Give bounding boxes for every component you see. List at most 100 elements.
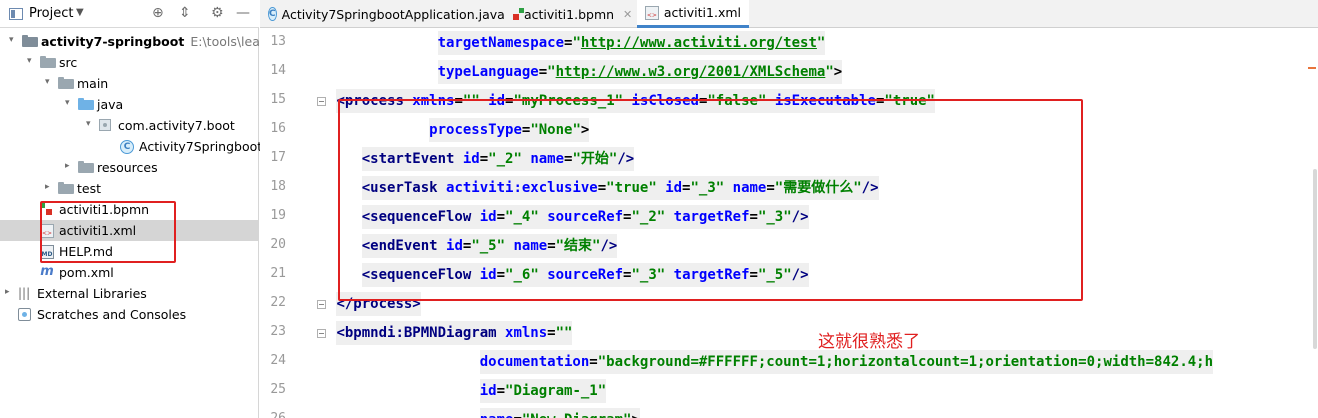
code-token-val: "New Diagram" bbox=[522, 412, 632, 418]
line-number: 17 bbox=[270, 150, 286, 165]
tree-item-external-libraries[interactable]: ▸ ||| External Libraries bbox=[0, 283, 259, 304]
code-token-pun: = bbox=[454, 93, 463, 109]
markdown-file-icon: MD bbox=[40, 245, 54, 259]
chevron-right-icon[interactable]: ▸ bbox=[5, 287, 15, 297]
code-token-pun: = bbox=[538, 64, 548, 80]
code-line[interactable]: </process> bbox=[328, 290, 1318, 319]
code-line[interactable]: <endEvent id="_5" name="结束"/> bbox=[328, 232, 1318, 261]
tree-item-activity7-springboot[interactable]: ▾ activity7-springboot E:\tools\learnin bbox=[0, 31, 284, 52]
code-line[interactable]: targetNamespace="http://www.activiti.org… bbox=[328, 29, 1318, 58]
chevron-down-icon[interactable]: ▾ bbox=[9, 35, 19, 45]
code-line[interactable]: documentation="background=#FFFFFF;count=… bbox=[328, 348, 1318, 377]
tree-item-name: External Libraries bbox=[37, 286, 147, 301]
fold-toggle-icon[interactable] bbox=[317, 329, 326, 338]
chevron-down-icon[interactable]: ▼ bbox=[76, 7, 84, 18]
code-editor[interactable]: 13 14 15 16 17 18 19 20 21 22 23 24 25 26 targetNames… bbox=[260, 29, 1318, 418]
tree-item-activity7springboota[interactable]: C Activity7SpringbootA bbox=[0, 136, 271, 157]
tree-item-name: test bbox=[77, 181, 102, 196]
code-line-content: <userTask activiti:exclusive="true" id="… bbox=[361, 176, 879, 200]
code-line-content: name="New Diagram"> bbox=[479, 408, 640, 418]
fold-toggle-icon[interactable] bbox=[317, 300, 326, 309]
folder-icon bbox=[40, 56, 56, 68]
scrollbar-thumb[interactable] bbox=[1313, 169, 1317, 349]
tree-item-test[interactable]: ▸ test bbox=[0, 178, 259, 199]
code-token-val: " bbox=[572, 35, 581, 51]
line-number: 14 bbox=[270, 63, 286, 78]
tree-item-resources[interactable]: ▸ resources bbox=[0, 157, 259, 178]
chevron-right-icon[interactable]: ▸ bbox=[45, 182, 55, 192]
fold-toggle-icon[interactable] bbox=[317, 97, 326, 106]
package-icon bbox=[99, 119, 111, 131]
code-token-pun: = bbox=[479, 151, 489, 167]
code-line[interactable]: name="New Diagram"> bbox=[328, 406, 1318, 418]
tree-item-java[interactable]: ▾ java bbox=[0, 94, 259, 115]
tree-item-main[interactable]: ▾ main bbox=[0, 73, 259, 94]
line-number: 24 bbox=[270, 353, 286, 368]
tree-item-name: main bbox=[77, 76, 109, 91]
line-number-gutter: 13 14 15 16 17 18 19 20 21 22 23 24 25 26 bbox=[260, 29, 328, 418]
gear-icon[interactable]: ⚙ bbox=[211, 6, 224, 20]
code-line[interactable]: <sequenceFlow id="_4" sourceRef="_2" tar… bbox=[328, 203, 1318, 232]
tab-activiti1-bpmn[interactable]: activiti1.bpmn ✕ bbox=[511, 0, 637, 28]
chevron-down-icon[interactable]: ▾ bbox=[45, 77, 55, 87]
code-line[interactable]: <process xmlns="" id="myProcess_1" isClo… bbox=[328, 87, 1318, 116]
line-number: 22 bbox=[270, 295, 286, 310]
tree-item-pom-xml[interactable]: m pom.xml bbox=[0, 262, 259, 283]
chevron-down-icon[interactable]: ▾ bbox=[86, 119, 96, 129]
tree-item-scratches-and-consoles[interactable]: Scratches and Consoles bbox=[0, 304, 259, 325]
code-token-attr: xmlns bbox=[412, 93, 455, 109]
code-token-attr: id bbox=[488, 93, 506, 109]
tree-item-help-md[interactable]: MD HELP.md bbox=[0, 241, 259, 262]
locate-target-icon[interactable]: ⊕ bbox=[152, 6, 164, 20]
line-number: 13 bbox=[270, 34, 286, 49]
chevron-down-icon[interactable]: ▾ bbox=[65, 98, 75, 108]
code-token-pun: = bbox=[597, 180, 607, 196]
code-token-val: "需要做什么" bbox=[774, 180, 862, 196]
code-token-val: "_3" bbox=[757, 209, 792, 225]
code-token-attr: id bbox=[479, 267, 497, 283]
chevron-down-icon[interactable]: ▾ bbox=[27, 56, 37, 66]
code-token-attr: activiti:exclusive bbox=[446, 180, 598, 196]
code-line-content: <sequenceFlow id="_4" sourceRef="_2" tar… bbox=[361, 205, 809, 229]
project-view-selector[interactable]: Project bbox=[29, 6, 73, 21]
code-line-content: processType="None"> bbox=[429, 118, 590, 142]
bpmn-file-icon bbox=[40, 203, 52, 215]
code-token-tag: </process> bbox=[336, 296, 421, 312]
code-token-pun: = bbox=[513, 412, 521, 418]
collapse-all-icon[interactable]: ⇕ bbox=[179, 6, 191, 20]
tab-activity7springbootapplication[interactable]: C Activity7SpringbootApplication.java bbox=[260, 0, 511, 28]
editor-scrollbar[interactable] bbox=[1308, 29, 1318, 418]
code-line[interactable]: id="Diagram-_1" bbox=[328, 377, 1318, 406]
code-token-attr: id bbox=[479, 209, 497, 225]
code-line[interactable]: typeLanguage="http://www.w3.org/2001/XML… bbox=[328, 58, 1318, 87]
code-token-pun: = bbox=[749, 267, 758, 283]
code-token-tag: /> bbox=[791, 209, 809, 225]
code-token-tag: <bpmndi:BPMNDiagram bbox=[336, 325, 506, 341]
warning-marker[interactable] bbox=[1308, 67, 1316, 69]
tree-item-activiti1-bpmn[interactable]: activiti1.bpmn bbox=[0, 199, 259, 220]
chevron-right-icon[interactable]: ▸ bbox=[65, 161, 75, 171]
code-token-val: "false" bbox=[707, 93, 775, 109]
xml-file-icon: <> bbox=[40, 224, 54, 238]
tree-item-com-activity7-boot[interactable]: ▾ com.activity7.boot bbox=[0, 115, 259, 136]
hide-panel-icon[interactable]: — bbox=[236, 6, 250, 20]
code-line-content: <bpmndi:BPMNDiagram xmlns="" bbox=[336, 321, 573, 345]
code-line[interactable]: <startEvent id="_2" name="开始"/> bbox=[328, 145, 1318, 174]
code-token-pun: = bbox=[589, 354, 598, 370]
close-icon[interactable]: ✕ bbox=[623, 8, 632, 21]
code-line[interactable]: <userTask activiti:exclusive="true" id="… bbox=[328, 174, 1318, 203]
code-line[interactable]: processType="None"> bbox=[328, 116, 1318, 145]
tree-item-label: test bbox=[77, 181, 101, 196]
tree-item-activiti1-xml[interactable]: <> activiti1.xml bbox=[0, 220, 259, 241]
code-line-content: id="Diagram-_1" bbox=[479, 379, 607, 403]
tree-item-src[interactable]: ▾ src bbox=[0, 52, 259, 73]
code-line[interactable]: <sequenceFlow id="_6" sourceRef="_3" tar… bbox=[328, 261, 1318, 290]
tab-activiti1-xml[interactable]: <> activiti1.xml bbox=[637, 0, 749, 28]
code-token-val: "myProcess_1" bbox=[513, 93, 632, 109]
